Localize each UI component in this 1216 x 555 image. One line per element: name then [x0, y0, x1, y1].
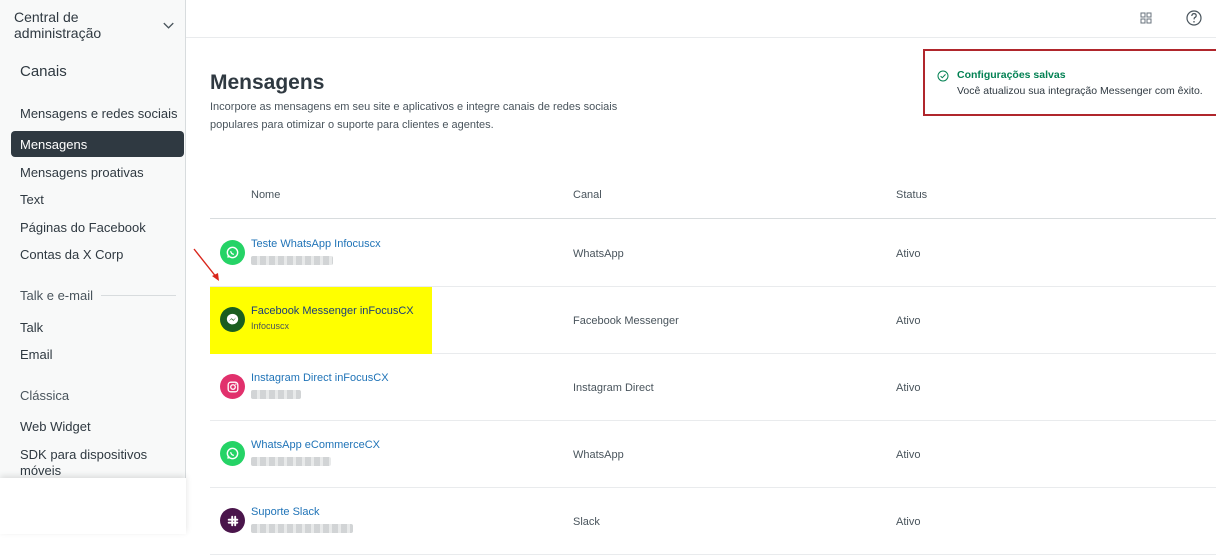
sidebar-item-facebook-pages[interactable]: Páginas do Facebook: [11, 214, 184, 240]
annotation-arrow-icon: [193, 248, 219, 281]
sidebar-group-classic: Clássica: [20, 388, 176, 403]
column-header-channel[interactable]: Canal: [573, 189, 602, 201]
toast-message: Você atualizou sua integração Messenger …: [957, 85, 1203, 97]
table-row[interactable]: WhatsApp eCommerceCX WhatsApp Ativo: [210, 421, 1216, 488]
table-row[interactable]: Suporte Slack Slack Ativo: [210, 488, 1216, 555]
sidebar-item-email[interactable]: Email: [11, 341, 184, 367]
channel-subtitle: Infocuscx: [251, 321, 290, 331]
status-cell: Ativo: [896, 248, 921, 260]
redacted-phone: [251, 256, 333, 265]
sidebar-item-talk[interactable]: Talk: [11, 314, 184, 340]
channel-cell: Slack: [573, 516, 600, 528]
sidebar-group-talk-email: Talk e e-mail: [20, 288, 176, 303]
sidebar: Central de administração Canais Mensagen…: [0, 0, 186, 534]
sidebar-item-mobile-sdk[interactable]: SDK para dispositivos móveis: [11, 446, 184, 480]
check-circle-icon: [937, 70, 949, 82]
sidebar-item-x-corp-accounts[interactable]: Contas da X Corp: [11, 241, 184, 267]
apps-grid-icon[interactable]: [1136, 8, 1156, 28]
status-cell: Ativo: [896, 315, 921, 327]
admin-center-label: Central de administração: [14, 9, 102, 41]
chevron-down-icon: [163, 22, 174, 29]
sidebar-item-messaging[interactable]: Mensagens: [11, 131, 184, 157]
column-header-name[interactable]: Nome: [251, 189, 280, 201]
redacted-handle: [251, 390, 301, 399]
sidebar-item-text[interactable]: Text: [11, 186, 184, 212]
whatsapp-icon: [220, 441, 245, 466]
admin-center-menu[interactable]: Central de administração: [14, 9, 176, 41]
messenger-icon: [220, 307, 245, 332]
redacted-info: [251, 524, 353, 533]
channel-cell: Instagram Direct: [573, 382, 654, 394]
sidebar-item-proactive-messages[interactable]: Mensagens proativas: [11, 159, 184, 185]
help-icon[interactable]: [1184, 8, 1204, 28]
sidebar-item-messaging-social[interactable]: Mensagens e redes sociais: [11, 100, 184, 126]
channel-name-link[interactable]: Instagram Direct inFocusCX: [251, 372, 389, 384]
channel-name-link[interactable]: Teste WhatsApp Infocuscx: [251, 238, 381, 250]
instagram-icon: [220, 374, 245, 399]
channel-name-link[interactable]: Suporte Slack: [251, 506, 319, 518]
slack-icon: [220, 508, 245, 533]
status-cell: Ativo: [896, 449, 921, 461]
table-row[interactable]: Instagram Direct inFocusCX Instagram Dir…: [210, 354, 1216, 421]
redacted-phone: [251, 457, 331, 466]
table-row[interactable]: Facebook Messenger inFocusCX Infocuscx F…: [210, 287, 1216, 354]
top-bar: [186, 0, 1216, 38]
channel-name-link[interactable]: WhatsApp eCommerceCX: [251, 439, 380, 451]
channel-cell: WhatsApp: [573, 248, 624, 260]
status-cell: Ativo: [896, 382, 921, 394]
channel-cell: WhatsApp: [573, 449, 624, 461]
sidebar-group-label: Talk e e-mail: [20, 288, 93, 303]
toast-title: Configurações salvas: [957, 69, 1066, 81]
page-description: Incorpore as mensagens em seu site e apl…: [210, 101, 618, 131]
sidebar-section-title: Canais: [20, 63, 67, 80]
sidebar-item-web-widget[interactable]: Web Widget: [11, 413, 184, 439]
channel-name-link[interactable]: Facebook Messenger inFocusCX: [251, 305, 414, 317]
column-header-status[interactable]: Status: [896, 189, 927, 201]
success-toast: Configurações salvas Você atualizou sua …: [923, 49, 1216, 116]
status-cell: Ativo: [896, 516, 921, 528]
channel-cell: Facebook Messenger: [573, 315, 679, 327]
sidebar-group-label: Clássica: [20, 388, 70, 403]
table-row[interactable]: Teste WhatsApp Infocuscx WhatsApp Ativo: [210, 220, 1216, 287]
sidebar-footer: [0, 478, 186, 534]
page-title: Mensagens: [210, 71, 325, 94]
table-header: Nome Canal Status: [210, 178, 1216, 219]
divider: [100, 295, 176, 296]
